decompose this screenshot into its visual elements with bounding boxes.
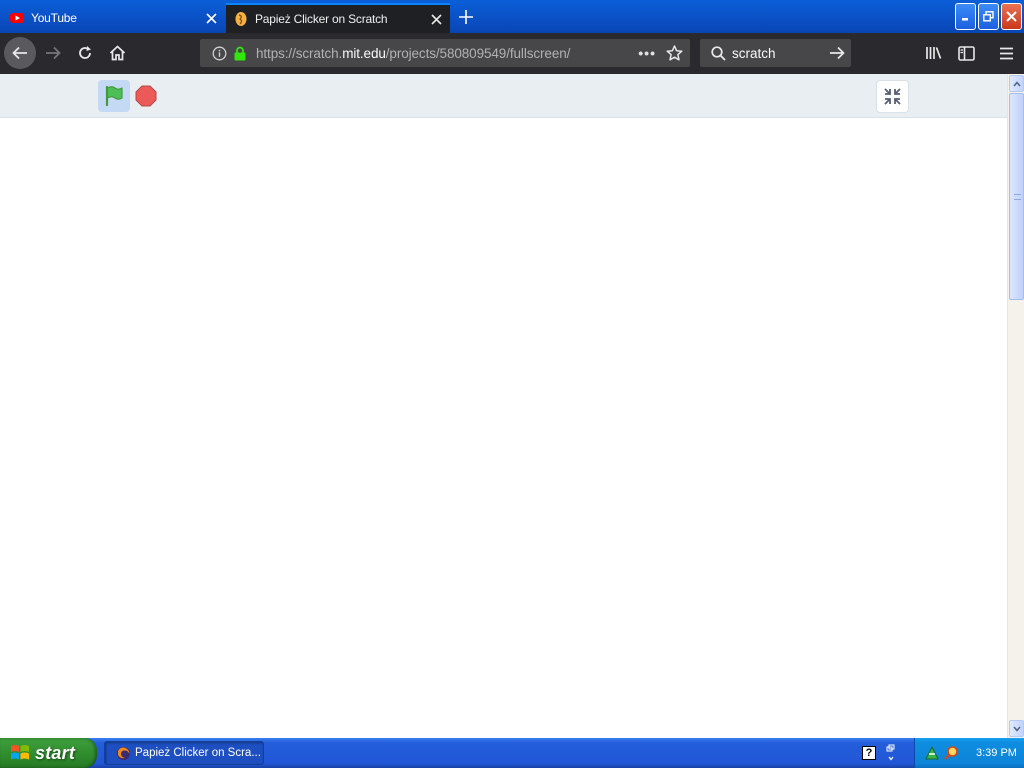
stop-button[interactable]: [134, 84, 158, 108]
hamburger-menu-icon: [999, 47, 1013, 59]
url-bar[interactable]: https://scratch.mit.edu/projects/5808095…: [200, 39, 690, 67]
network-icon[interactable]: [924, 745, 940, 761]
stop-sign-icon: [135, 85, 157, 107]
search-icon: [708, 45, 728, 61]
chevron-down-icon: [1012, 726, 1021, 732]
bookmark-star-icon[interactable]: [664, 43, 684, 63]
close-window-button[interactable]: [1001, 3, 1022, 30]
forward-button[interactable]: [37, 37, 69, 69]
search-go-icon[interactable]: [823, 46, 851, 60]
close-icon: [1006, 11, 1017, 22]
url-prefix: https://scratch.: [256, 45, 343, 61]
taskbar: start Papież Clicker on Scra... ? 3:39 P…: [0, 738, 1024, 768]
back-button[interactable]: [4, 37, 36, 69]
taskbar-window-button[interactable]: Papież Clicker on Scra...: [104, 741, 264, 765]
home-button[interactable]: [101, 37, 133, 69]
page-actions-icon[interactable]: •••: [638, 39, 656, 67]
close-tab-icon[interactable]: [197, 4, 225, 32]
url-text: https://scratch.mit.edu/projects/5808095…: [256, 46, 570, 61]
tab-scratch[interactable]: Papież Clicker on Scratch: [226, 3, 450, 33]
help-icon[interactable]: ?: [862, 746, 876, 760]
search-input[interactable]: [732, 45, 823, 61]
green-flag-button[interactable]: [98, 80, 130, 112]
start-button[interactable]: start: [0, 738, 97, 768]
library-icon: [926, 47, 942, 59]
minimize-button[interactable]: [955, 3, 976, 30]
url-path: /projects/580809549/fullscreen/: [385, 45, 571, 61]
youtube-icon: [10, 11, 24, 25]
taskbar-window-label: Papież Clicker on Scra...: [135, 747, 261, 759]
new-tab-button[interactable]: [452, 3, 480, 31]
restore-button[interactable]: [978, 3, 999, 30]
green-flag-icon: [105, 85, 123, 107]
unfullscreen-icon: [884, 88, 901, 105]
stage-header: [0, 74, 1007, 118]
minimize-icon: [962, 18, 968, 21]
tab-label: Papież Clicker on Scratch: [255, 12, 388, 26]
lock-icon[interactable]: [232, 46, 248, 61]
vertical-scrollbar[interactable]: [1007, 74, 1024, 738]
tab-label: YouTube: [31, 11, 77, 25]
scroll-down-button[interactable]: [1009, 720, 1024, 737]
restore-icon: [983, 11, 994, 22]
start-label: start: [35, 742, 76, 763]
system-tray: 3:39 PM: [914, 738, 1024, 768]
library-button[interactable]: [918, 37, 950, 69]
plus-icon: [459, 10, 473, 24]
info-icon[interactable]: [208, 46, 230, 61]
home-icon: [109, 45, 125, 61]
sidebar-button[interactable]: [950, 37, 982, 69]
reload-icon: [79, 46, 91, 59]
restore-arrows-icon[interactable]: [884, 743, 898, 763]
windows-logo-icon: [11, 745, 29, 760]
tab-youtube[interactable]: YouTube: [0, 3, 225, 33]
scroll-up-button[interactable]: [1009, 75, 1024, 92]
project-stage[interactable]: [0, 119, 1007, 738]
url-domain: mit.edu: [342, 45, 386, 61]
firefox-icon: [115, 745, 131, 761]
tab-strip: YouTube Papież Clicker on Scratch: [0, 0, 1024, 33]
magnifier-icon[interactable]: [943, 745, 959, 761]
exit-fullscreen-button[interactable]: [876, 80, 909, 113]
close-tab-icon[interactable]: [422, 5, 450, 33]
page-content: [0, 74, 1007, 738]
arrow-left-icon: [12, 46, 27, 60]
sidebar-icon: [957, 45, 975, 61]
scroll-thumb[interactable]: [1009, 93, 1024, 300]
menu-button[interactable]: [990, 37, 1022, 69]
clock: 3:39 PM: [976, 747, 1017, 759]
search-bar[interactable]: [700, 39, 851, 67]
arrow-right-icon: [46, 46, 61, 60]
scroll-grip: [1014, 194, 1021, 200]
scratch-cat-icon: [234, 12, 248, 26]
navigation-toolbar: https://scratch.mit.edu/projects/5808095…: [0, 33, 1024, 74]
chevron-up-icon: [1012, 80, 1021, 86]
reload-button[interactable]: [69, 37, 101, 69]
